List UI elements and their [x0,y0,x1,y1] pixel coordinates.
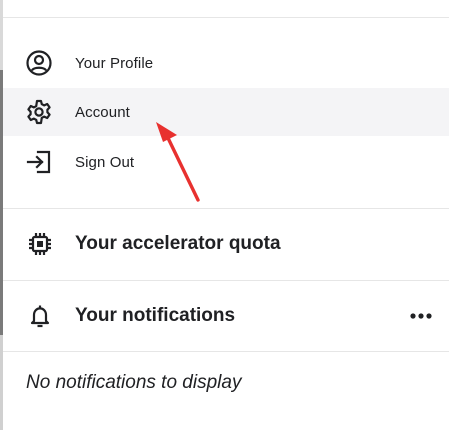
more-horizontal-icon[interactable] [405,304,437,328]
notifications-title: Your notifications [75,305,236,326]
bell-icon [26,302,54,330]
menu-item-account[interactable]: Account [3,88,449,136]
user-menu-panel: Your Profile Account Sign Out Your accel… [3,0,449,430]
divider [3,351,449,352]
divider [3,17,449,18]
notifications-empty-text: No notifications to display [26,372,242,393]
account-circle-icon [25,49,53,77]
accelerator-quota-section[interactable]: Your accelerator quota [3,209,449,279]
menu-item-label: Account [75,103,130,121]
notifications-header: Your notifications [3,281,449,351]
chip-icon [26,230,54,258]
sign-out-icon [25,148,53,176]
accelerator-quota-title: Your accelerator quota [75,233,281,254]
gear-icon [25,98,53,126]
menu-item-label: Your Profile [75,54,154,72]
menu-item-label: Sign Out [75,153,135,171]
menu-item-sign-out[interactable]: Sign Out [3,138,449,186]
menu-item-your-profile[interactable]: Your Profile [3,39,449,87]
